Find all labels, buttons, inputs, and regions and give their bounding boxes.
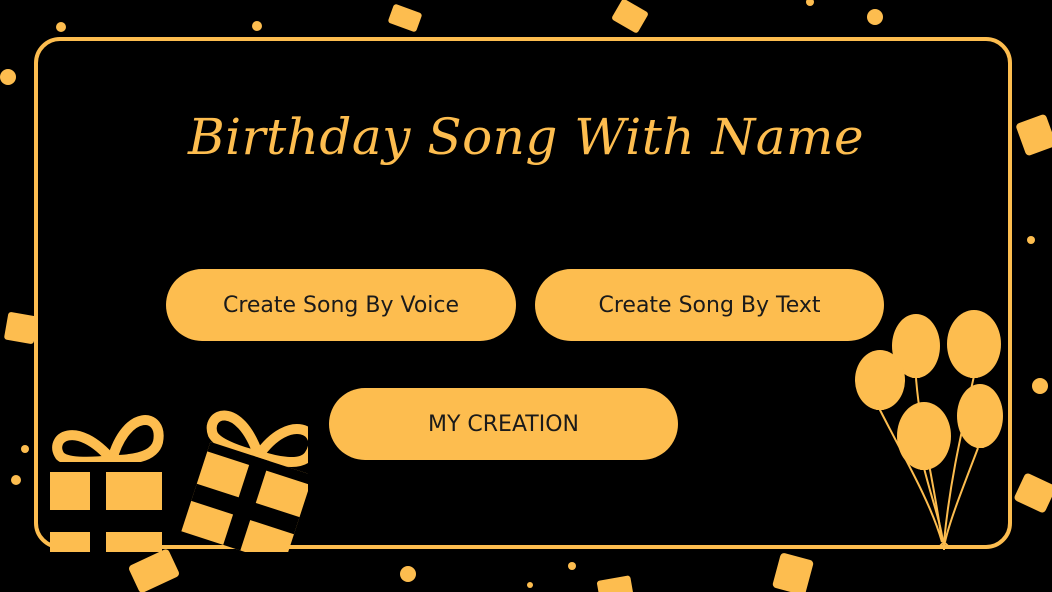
create-song-by-text-button[interactable]: Create Song By Text xyxy=(535,269,884,341)
my-creation-button[interactable]: MY CREATION xyxy=(329,388,678,460)
app-title: Birthday Song With Name xyxy=(187,108,865,166)
gift-boxes-icon xyxy=(50,410,308,552)
balloons-icon xyxy=(855,310,1003,550)
create-song-by-voice-button[interactable]: Create Song By Voice xyxy=(166,269,516,341)
